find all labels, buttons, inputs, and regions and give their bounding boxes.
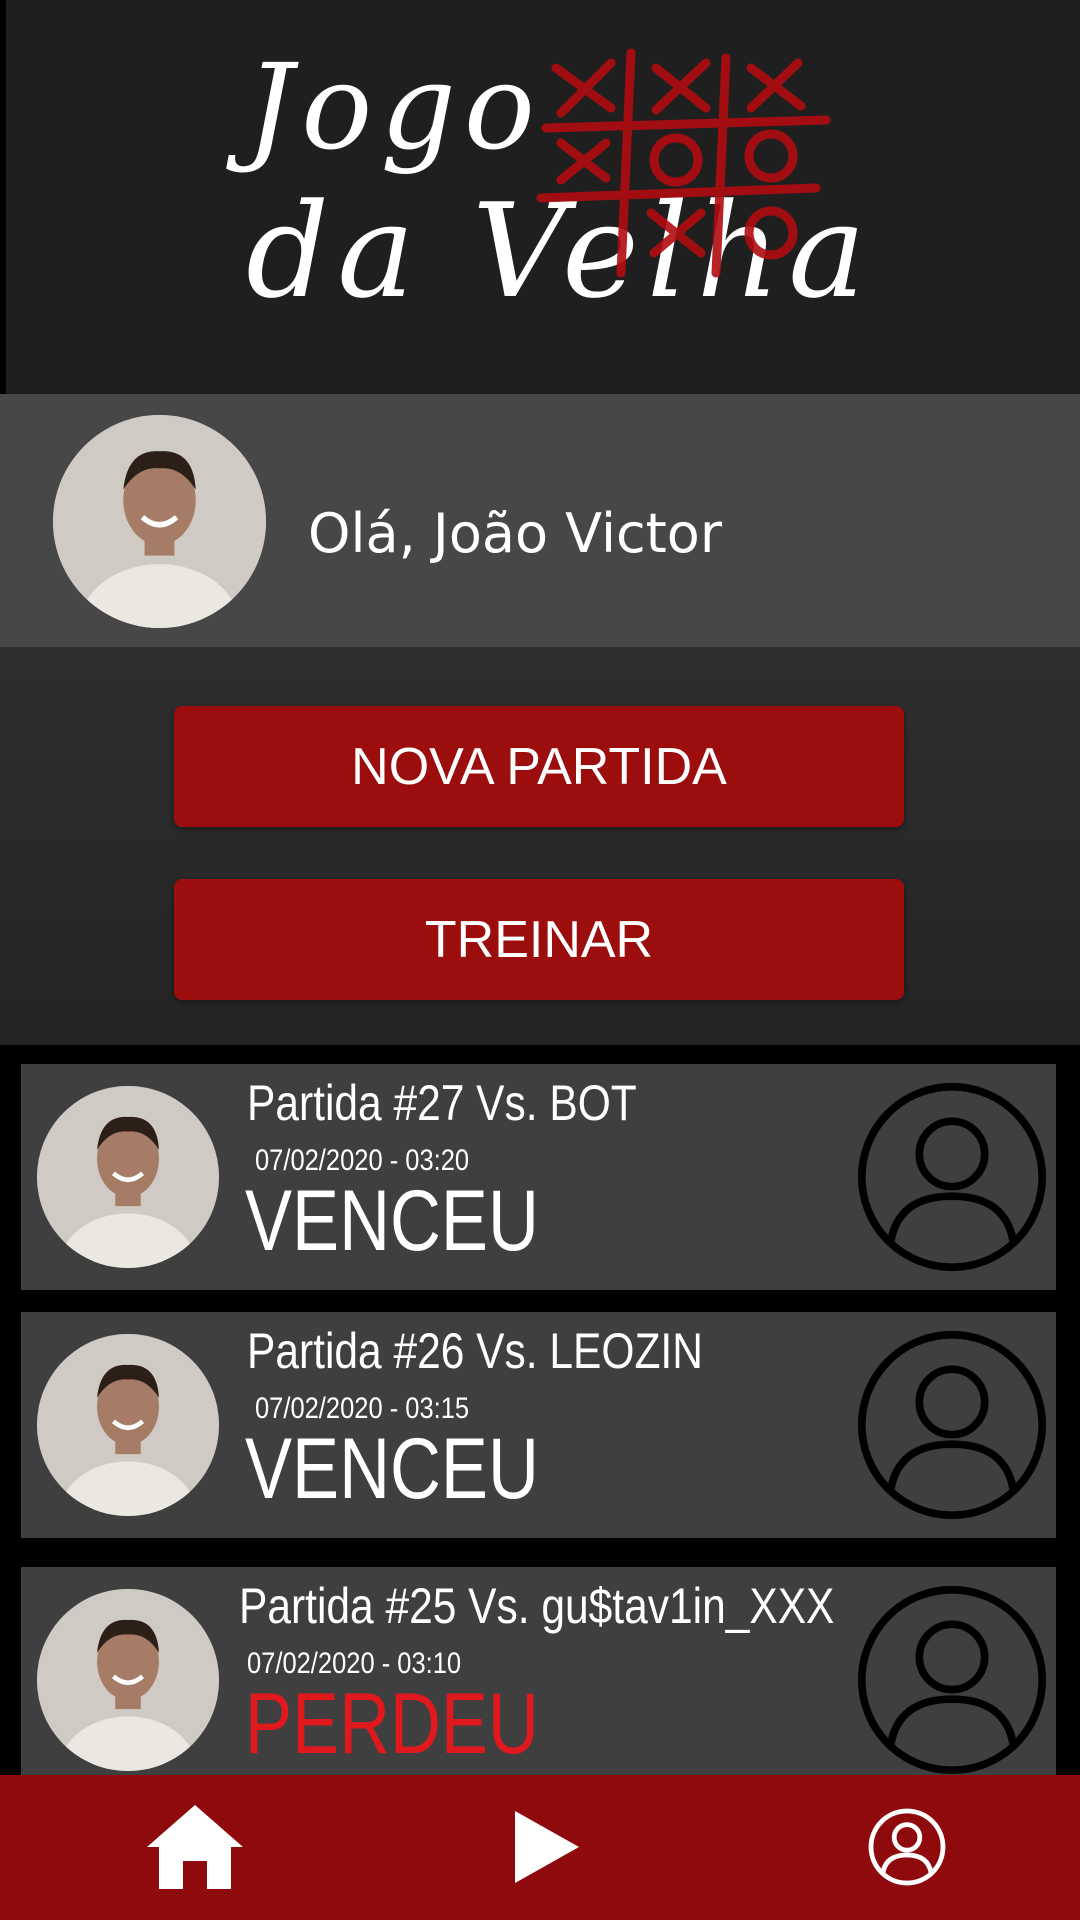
match-card[interactable]: Partida #25 Vs. gu$tav1in_XXX 07/02/2020… xyxy=(21,1567,1056,1775)
nav-play-button[interactable] xyxy=(492,1797,602,1897)
match-card[interactable]: Partida #27 Vs. BOT 07/02/2020 - 03:20 V… xyxy=(21,1064,1056,1290)
tic-tac-toe-logo-icon xyxy=(536,48,831,278)
actions-section: NOVA PARTIDA TREINAR xyxy=(0,647,1080,1045)
app-header: Jogo da Velha xyxy=(6,0,1080,394)
opponent-user-icon xyxy=(857,1585,1047,1775)
player-avatar xyxy=(37,1589,219,1771)
profile-banner: Olá, João Victor xyxy=(0,394,1080,647)
opponent-user-icon xyxy=(857,1330,1047,1520)
app-logo: Jogo da Velha xyxy=(6,0,1080,394)
user-greeting: Olá, João Victor xyxy=(308,502,723,565)
match-title: Partida #26 Vs. LEOZIN xyxy=(247,1323,703,1379)
user-icon xyxy=(868,1808,946,1886)
player-avatar xyxy=(37,1086,219,1268)
match-title: Partida #25 Vs. gu$tav1in_XXX xyxy=(239,1578,835,1634)
match-title: Partida #27 Vs. BOT xyxy=(247,1075,637,1131)
new-match-button[interactable]: NOVA PARTIDA xyxy=(174,706,904,827)
match-history-list[interactable]: Partida #27 Vs. BOT 07/02/2020 - 03:20 V… xyxy=(0,1045,1080,1775)
play-icon xyxy=(515,1811,579,1883)
nav-profile-button[interactable] xyxy=(852,1797,962,1897)
nav-home-button[interactable] xyxy=(140,1797,250,1897)
bottom-navigation xyxy=(0,1775,1080,1920)
player-avatar xyxy=(37,1334,219,1516)
user-avatar[interactable] xyxy=(53,415,266,628)
match-result: VENCEU xyxy=(245,1421,539,1517)
home-icon xyxy=(147,1805,243,1889)
logo-line-1: Jogo xyxy=(246,38,543,176)
train-button[interactable]: TREINAR xyxy=(174,879,904,1000)
match-result: PERDEU xyxy=(245,1676,539,1772)
match-card[interactable]: Partida #26 Vs. LEOZIN 07/02/2020 - 03:1… xyxy=(21,1312,1056,1538)
match-result: VENCEU xyxy=(245,1173,539,1269)
opponent-user-icon xyxy=(857,1082,1047,1272)
